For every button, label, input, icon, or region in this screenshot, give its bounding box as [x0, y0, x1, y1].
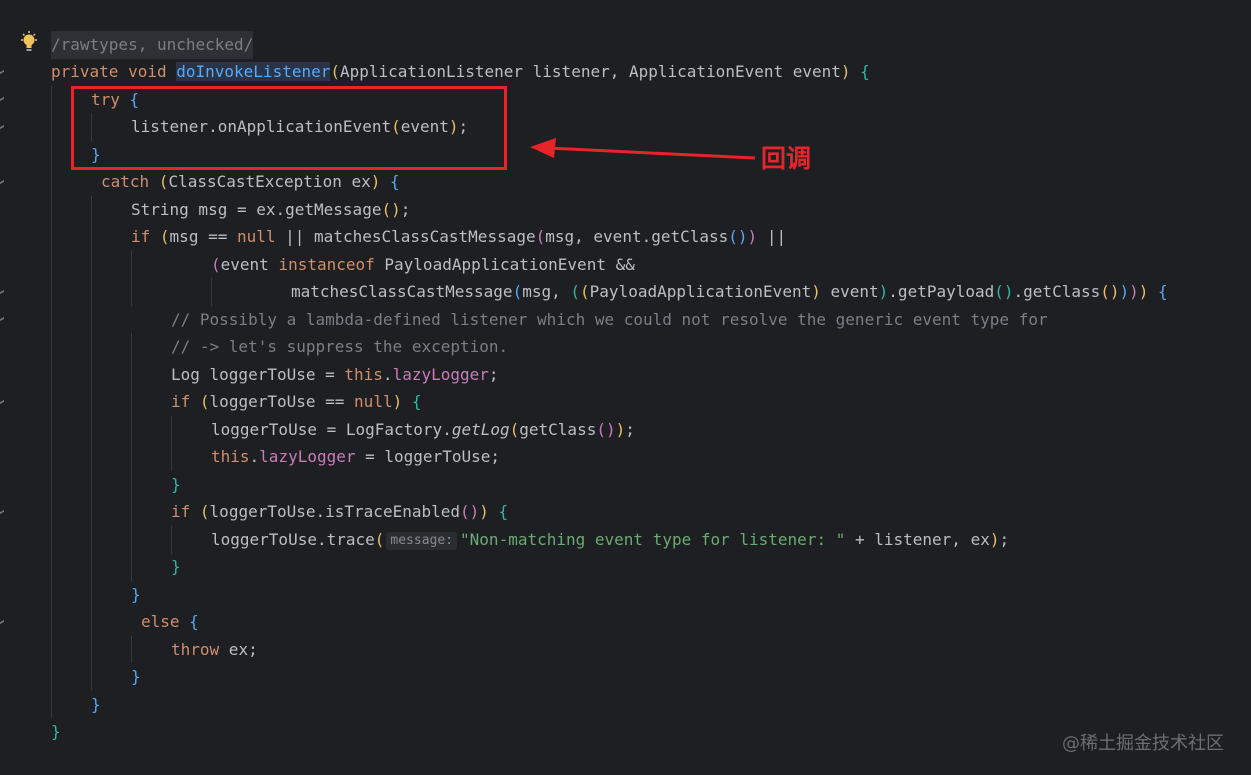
arrow-icon	[530, 138, 756, 160]
watermark: @稀土掘金技术社区	[1062, 733, 1224, 754]
callback-annotation-label: 回调	[761, 144, 812, 173]
